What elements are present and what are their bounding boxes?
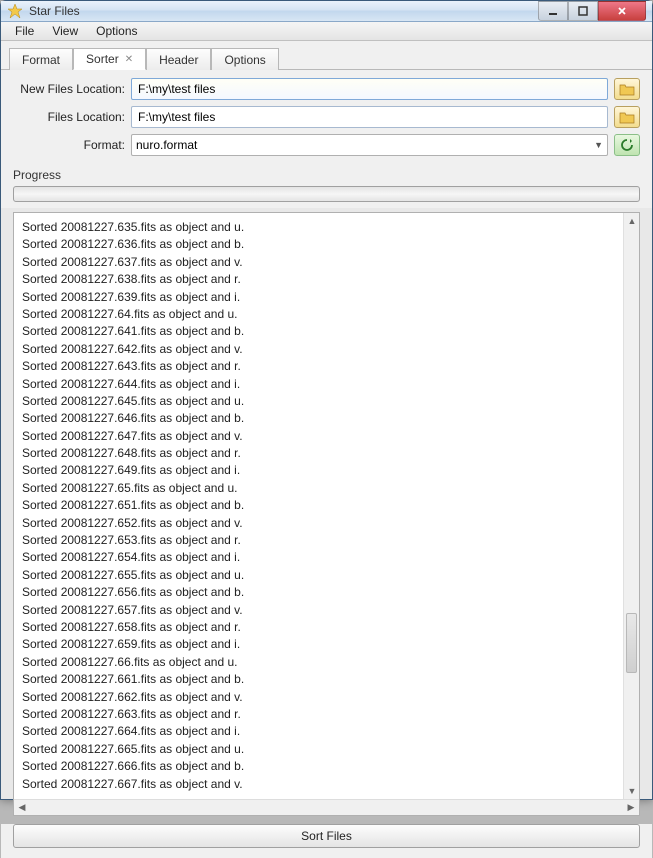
log-line: Sorted 20081227.647.fits as object and v… (22, 428, 631, 445)
refresh-icon (620, 138, 634, 152)
folder-icon (619, 110, 635, 124)
log-line: Sorted 20081227.667.fits as object and v… (22, 776, 631, 793)
log-line: Sorted 20081227.654.fits as object and i… (22, 549, 631, 566)
window-title: Star Files (29, 4, 538, 18)
log-line: Sorted 20081227.663.fits as object and r… (22, 706, 631, 723)
tab-label: Options (224, 53, 265, 67)
chevron-down-icon: ▼ (594, 140, 603, 150)
titlebar[interactable]: Star Files (1, 1, 652, 22)
log-line: Sorted 20081227.635.fits as object and u… (22, 219, 631, 236)
minimize-icon (548, 6, 558, 16)
log-line: Sorted 20081227.646.fits as object and b… (22, 410, 631, 427)
tab-sorter[interactable]: Sorter ✕ (73, 48, 146, 70)
log-body[interactable]: Sorted 20081227.635.fits as object and u… (14, 213, 639, 799)
maximize-button[interactable] (568, 1, 598, 21)
files-location-label: Files Location: (13, 110, 131, 124)
log-line: Sorted 20081227.653.fits as object and r… (22, 532, 631, 549)
log-line: Sorted 20081227.642.fits as object and v… (22, 341, 631, 358)
folder-icon (619, 82, 635, 96)
scroll-right-icon[interactable]: ▶ (623, 799, 639, 815)
scroll-down-icon[interactable]: ▼ (624, 783, 640, 799)
progress-bar (13, 186, 640, 202)
log-line: Sorted 20081227.643.fits as object and r… (22, 358, 631, 375)
log-line: Sorted 20081227.638.fits as object and r… (22, 271, 631, 288)
format-select[interactable]: nuro.format ▼ (131, 134, 608, 156)
log-line: Sorted 20081227.664.fits as object and i… (22, 723, 631, 740)
browse-files-location-button[interactable] (614, 106, 640, 128)
close-icon (617, 6, 627, 16)
log-line: Sorted 20081227.665.fits as object and u… (22, 741, 631, 758)
menu-file[interactable]: File (7, 22, 42, 40)
scroll-up-icon[interactable]: ▲ (624, 213, 640, 229)
refresh-format-button[interactable] (614, 134, 640, 156)
vertical-scrollbar[interactable]: ▲ ▼ (623, 213, 639, 799)
tab-bar: Format Sorter ✕ Header Options (1, 41, 652, 70)
new-files-location-input[interactable] (131, 78, 608, 100)
format-value: nuro.format (136, 138, 197, 152)
maximize-icon (578, 6, 588, 16)
log-line: Sorted 20081227.644.fits as object and i… (22, 376, 631, 393)
form-panel: New Files Location: Files Location: Form… (1, 70, 652, 168)
log-line: Sorted 20081227.656.fits as object and b… (22, 584, 631, 601)
progress-section: Progress (1, 168, 652, 208)
log-line: Sorted 20081227.655.fits as object and u… (22, 567, 631, 584)
format-label: Format: (13, 138, 131, 152)
progress-label: Progress (13, 168, 640, 182)
log-line: Sorted 20081227.666.fits as object and b… (22, 758, 631, 775)
log-line: Sorted 20081227.648.fits as object and r… (22, 445, 631, 462)
bottom-bar: Sort Files (1, 824, 652, 858)
tab-close-icon[interactable]: ✕ (125, 54, 133, 65)
menu-options[interactable]: Options (88, 22, 145, 40)
tab-label: Header (159, 53, 198, 67)
menubar: File View Options (1, 22, 652, 41)
log-line: Sorted 20081227.64.fits as object and u. (22, 306, 631, 323)
log-line: Sorted 20081227.636.fits as object and b… (22, 236, 631, 253)
tab-format[interactable]: Format (9, 48, 73, 70)
log-line: Sorted 20081227.637.fits as object and v… (22, 254, 631, 271)
close-button[interactable] (598, 1, 646, 21)
scroll-thumb[interactable] (626, 613, 637, 673)
tab-header[interactable]: Header (146, 48, 211, 70)
log-container: Sorted 20081227.635.fits as object and u… (13, 212, 640, 816)
log-line: Sorted 20081227.662.fits as object and v… (22, 689, 631, 706)
log-line: Sorted 20081227.659.fits as object and i… (22, 636, 631, 653)
tab-label: Format (22, 53, 60, 67)
log-line: Sorted 20081227.641.fits as object and b… (22, 323, 631, 340)
tab-label: Sorter (86, 52, 119, 66)
sort-files-button[interactable]: Sort Files (13, 824, 640, 848)
log-line: Sorted 20081227.658.fits as object and r… (22, 619, 631, 636)
log-line: Sorted 20081227.661.fits as object and b… (22, 671, 631, 688)
log-line: Sorted 20081227.66.fits as object and u. (22, 654, 631, 671)
log-line: Sorted 20081227.645.fits as object and u… (22, 393, 631, 410)
log-line: Sorted 20081227.652.fits as object and v… (22, 515, 631, 532)
log-line: Sorted 20081227.649.fits as object and i… (22, 462, 631, 479)
app-icon (7, 3, 23, 19)
browse-new-location-button[interactable] (614, 78, 640, 100)
log-line: Sorted 20081227.651.fits as object and b… (22, 497, 631, 514)
log-line: Sorted 20081227.657.fits as object and v… (22, 602, 631, 619)
horizontal-scrollbar[interactable]: ◀ ▶ (14, 799, 639, 815)
menu-view[interactable]: View (44, 22, 86, 40)
new-files-location-label: New Files Location: (13, 82, 131, 96)
minimize-button[interactable] (538, 1, 568, 21)
window-controls (538, 1, 646, 21)
app-window: Star Files File View Options Format Sort… (0, 0, 653, 800)
files-location-input[interactable] (131, 106, 608, 128)
scroll-left-icon[interactable]: ◀ (14, 799, 30, 815)
log-line: Sorted 20081227.639.fits as object and i… (22, 289, 631, 306)
log-line: Sorted 20081227.65.fits as object and u. (22, 480, 631, 497)
tab-options[interactable]: Options (211, 48, 278, 70)
